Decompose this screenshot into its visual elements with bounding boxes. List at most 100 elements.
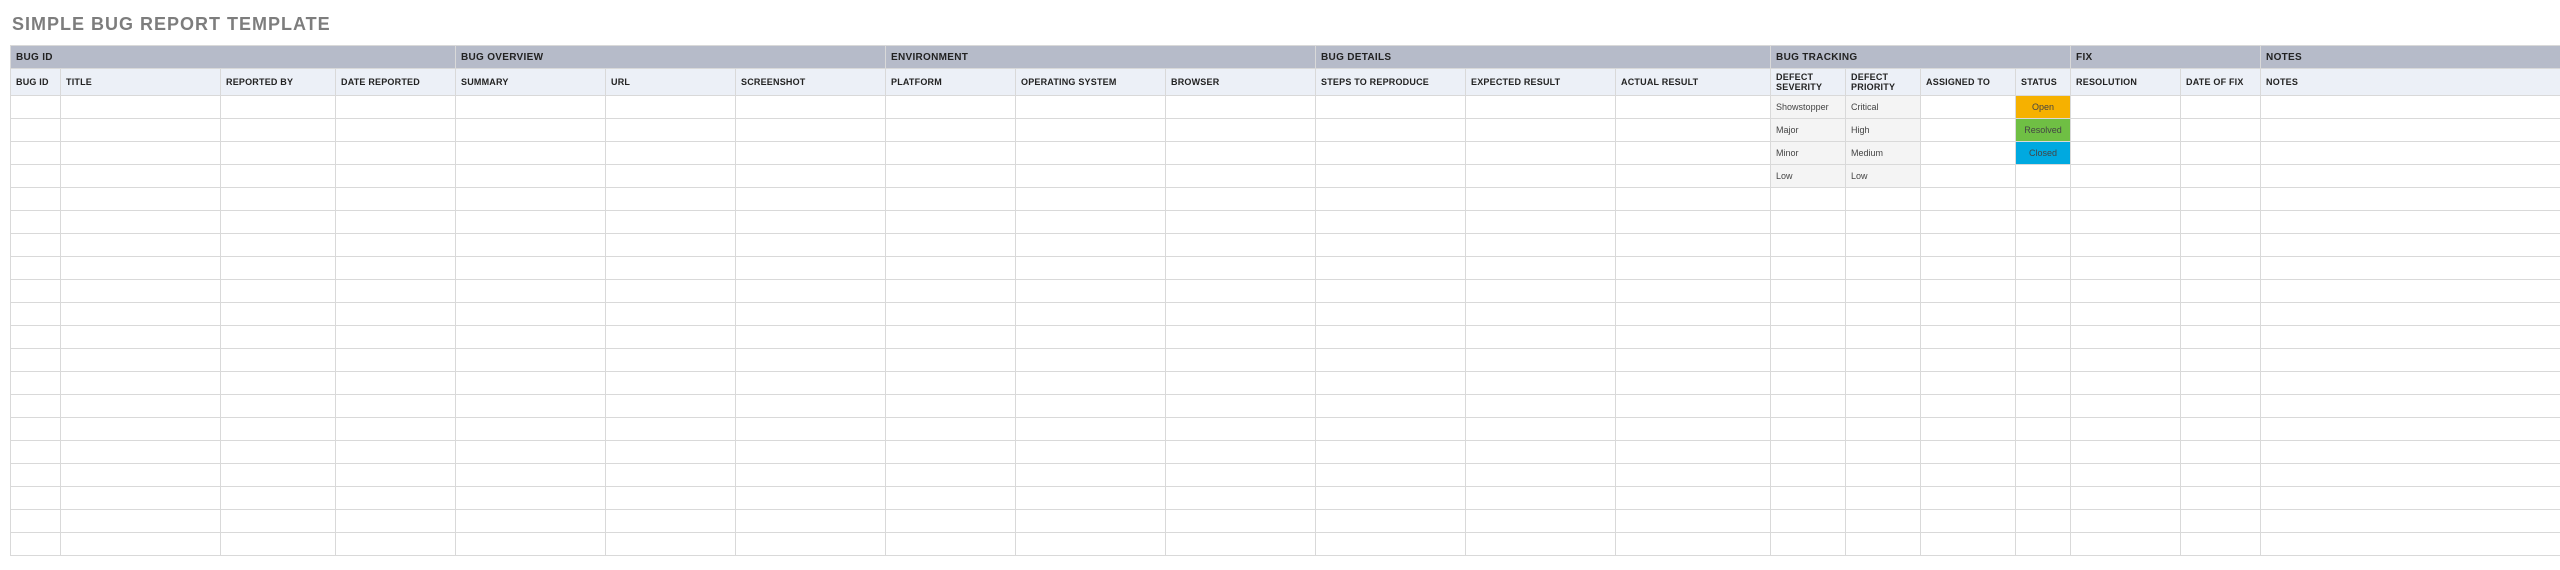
table-cell[interactable] [1771, 372, 1846, 395]
table-cell[interactable] [61, 533, 221, 556]
table-cell[interactable] [11, 234, 61, 257]
table-cell[interactable] [2071, 96, 2181, 119]
table-cell[interactable] [1316, 395, 1466, 418]
table-cell[interactable] [1166, 119, 1316, 142]
table-cell[interactable] [606, 96, 736, 119]
table-cell[interactable] [1016, 464, 1166, 487]
table-cell[interactable] [2016, 211, 2071, 234]
table-cell[interactable] [606, 418, 736, 441]
table-cell[interactable] [1466, 257, 1616, 280]
table-cell[interactable] [1921, 96, 2016, 119]
table-cell[interactable] [11, 211, 61, 234]
table-cell[interactable] [61, 349, 221, 372]
table-cell[interactable] [221, 349, 336, 372]
table-cell[interactable] [221, 96, 336, 119]
table-cell[interactable] [1771, 487, 1846, 510]
table-cell[interactable] [1166, 142, 1316, 165]
table-cell[interactable] [736, 326, 886, 349]
table-cell[interactable] [336, 487, 456, 510]
table-cell[interactable] [1921, 188, 2016, 211]
table-cell[interactable] [886, 441, 1016, 464]
table-cell[interactable] [1771, 303, 1846, 326]
table-cell[interactable] [736, 303, 886, 326]
table-cell[interactable]: Critical [1846, 96, 1921, 119]
table-cell[interactable] [1166, 303, 1316, 326]
table-cell[interactable] [456, 533, 606, 556]
table-cell[interactable] [11, 165, 61, 188]
table-cell[interactable] [1016, 165, 1166, 188]
table-cell[interactable] [1921, 165, 2016, 188]
table-cell[interactable] [1166, 188, 1316, 211]
table-cell[interactable] [2071, 487, 2181, 510]
table-cell[interactable] [1166, 418, 1316, 441]
table-cell[interactable] [886, 418, 1016, 441]
table-cell[interactable] [11, 510, 61, 533]
table-cell[interactable] [336, 372, 456, 395]
table-cell[interactable] [2071, 326, 2181, 349]
table-cell[interactable] [1316, 165, 1466, 188]
table-cell[interactable] [11, 326, 61, 349]
table-cell[interactable] [1466, 487, 1616, 510]
table-cell[interactable] [886, 303, 1016, 326]
table-cell[interactable]: Low [1771, 165, 1846, 188]
table-cell[interactable] [1466, 441, 1616, 464]
table-cell[interactable] [1166, 395, 1316, 418]
table-cell[interactable] [11, 418, 61, 441]
table-cell[interactable] [2181, 464, 2261, 487]
table-cell[interactable] [1846, 395, 1921, 418]
table-cell[interactable] [1921, 326, 2016, 349]
table-cell[interactable] [1771, 533, 1846, 556]
table-cell[interactable] [11, 96, 61, 119]
table-cell[interactable] [2071, 211, 2181, 234]
table-cell[interactable] [336, 303, 456, 326]
table-cell[interactable] [1166, 326, 1316, 349]
table-cell[interactable] [1316, 188, 1466, 211]
table-cell[interactable] [1921, 211, 2016, 234]
table-cell[interactable] [1466, 510, 1616, 533]
table-cell[interactable] [2261, 326, 2560, 349]
table-cell[interactable] [606, 119, 736, 142]
table-cell[interactable] [736, 441, 886, 464]
table-cell[interactable] [606, 464, 736, 487]
table-cell[interactable] [61, 165, 221, 188]
table-cell[interactable] [2016, 280, 2071, 303]
table-cell[interactable] [1466, 349, 1616, 372]
table-cell[interactable] [1316, 510, 1466, 533]
table-cell[interactable] [2016, 257, 2071, 280]
table-cell[interactable] [1016, 510, 1166, 533]
table-cell[interactable] [1616, 96, 1771, 119]
table-cell[interactable] [336, 464, 456, 487]
table-cell[interactable] [2261, 464, 2560, 487]
table-cell[interactable] [1616, 257, 1771, 280]
table-cell[interactable] [1616, 188, 1771, 211]
table-cell[interactable] [1846, 349, 1921, 372]
table-cell[interactable] [2016, 326, 2071, 349]
table-cell[interactable] [1466, 395, 1616, 418]
table-cell[interactable] [2261, 165, 2560, 188]
table-cell[interactable] [11, 303, 61, 326]
table-cell[interactable] [1466, 326, 1616, 349]
table-cell[interactable] [886, 234, 1016, 257]
table-cell[interactable] [1466, 165, 1616, 188]
table-cell[interactable] [1016, 395, 1166, 418]
table-cell[interactable] [736, 395, 886, 418]
table-cell[interactable] [736, 142, 886, 165]
table-cell[interactable] [2016, 349, 2071, 372]
table-cell[interactable] [886, 349, 1016, 372]
table-cell[interactable] [606, 165, 736, 188]
table-cell[interactable] [736, 257, 886, 280]
table-cell[interactable] [606, 142, 736, 165]
table-cell[interactable] [1616, 464, 1771, 487]
table-cell[interactable] [2261, 280, 2560, 303]
table-cell[interactable] [1846, 211, 1921, 234]
table-cell[interactable] [456, 487, 606, 510]
table-cell[interactable] [1466, 142, 1616, 165]
table-cell[interactable] [1616, 234, 1771, 257]
table-cell[interactable] [336, 165, 456, 188]
table-cell[interactable] [2181, 96, 2261, 119]
table-cell[interactable] [2071, 280, 2181, 303]
table-cell[interactable] [886, 533, 1016, 556]
table-cell[interactable] [221, 533, 336, 556]
table-cell[interactable] [61, 372, 221, 395]
table-cell[interactable] [1316, 349, 1466, 372]
